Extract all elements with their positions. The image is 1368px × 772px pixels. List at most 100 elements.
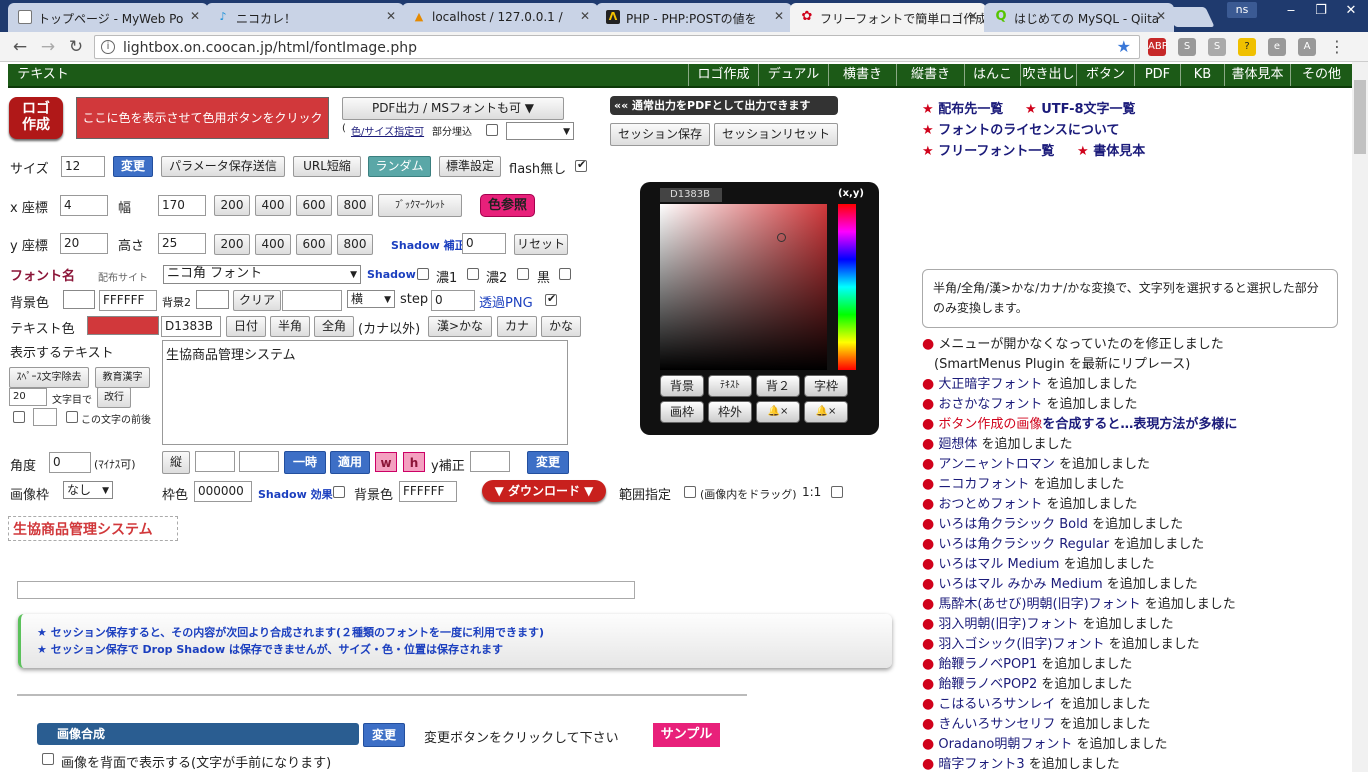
news-name[interactable]: 飴鞭ラノベPOP1: [938, 657, 1037, 672]
bg2-input[interactable]: [282, 290, 342, 311]
char-checkbox[interactable]: [13, 411, 25, 423]
pdf-output-button[interactable]: PDF出力 / MSフォントも可 ▼: [342, 97, 564, 120]
browser-tab[interactable]: Q はじめての MySQL - Qiita ✕: [984, 3, 1174, 32]
width-preset-button[interactable]: 800: [337, 195, 373, 216]
news-name[interactable]: 飴鞭ラノベPOP2: [938, 677, 1037, 692]
link-license[interactable]: ★ フォントのライセンスについて: [922, 119, 1120, 138]
nav-item[interactable]: デュアル: [758, 64, 828, 86]
y-input[interactable]: 20: [60, 233, 108, 254]
news-name[interactable]: おつとめフォント: [938, 497, 1042, 512]
logo-create-button[interactable]: ロゴ 作成: [9, 97, 63, 139]
bg-color-swatch[interactable]: [63, 290, 95, 309]
logo-preview[interactable]: 生協商品管理システム: [8, 516, 178, 541]
width-preset-button[interactable]: 400: [255, 195, 291, 216]
close-icon[interactable]: ✕: [968, 9, 978, 23]
news-name[interactable]: Oradano明朝フォント: [938, 737, 1072, 752]
compose-header[interactable]: 画像合成: [37, 723, 359, 745]
maximize-icon[interactable]: ❐: [1306, 2, 1336, 20]
bookmarklet-button[interactable]: ﾌﾞｯｸﾏｰｸﾚｯﾄ: [378, 194, 462, 217]
news-item[interactable]: ● ボタン作成の画像を合成すると…表現方法が多様に: [922, 413, 1237, 432]
remove-space-button[interactable]: ｽﾍﾟｰｽ文字除去: [9, 367, 89, 388]
news-item[interactable]: ● 馬酔木(あせび)明朝(旧字)フォント を追加しました: [922, 593, 1236, 612]
h-button[interactable]: h: [403, 452, 425, 472]
info-icon[interactable]: i: [101, 40, 115, 54]
browser-tab[interactable]: トップページ - MyWeb Po ✕: [8, 3, 208, 32]
address-bar[interactable]: i lightbox.on.coocan.jp/html/fontImage.p…: [94, 35, 1140, 59]
url-shorten-button[interactable]: URL短縮: [293, 156, 361, 177]
news-item[interactable]: ● 暗字フォント3 を追加しました: [922, 753, 1120, 772]
news-item[interactable]: ● おさかなフォント を追加しました: [922, 393, 1138, 412]
picker-cursor[interactable]: [777, 233, 786, 242]
close-icon[interactable]: ✕: [190, 9, 200, 23]
behind-checkbox[interactable]: [42, 753, 54, 765]
char-index-input[interactable]: 20: [9, 388, 47, 406]
news-item[interactable]: ● 飴鞭ラノベPOP2 を追加しました: [922, 673, 1132, 692]
link-font-list[interactable]: ★ フリーフォント一覧: [922, 140, 1054, 159]
compose-change-button[interactable]: 変更: [363, 723, 405, 747]
news-name[interactable]: 羽入ゴシック(旧字)フォント: [938, 637, 1104, 652]
display-text-area[interactable]: 生協商品管理システム: [162, 340, 568, 445]
download-button[interactable]: ▼ ダウンロード ▼: [482, 480, 606, 502]
border-color-input[interactable]: 000000: [194, 481, 252, 502]
height-preset-button[interactable]: 400: [255, 234, 291, 255]
range-checkbox[interactable]: [684, 486, 696, 498]
news-name[interactable]: 馬酔木(あせび)明朝(旧字)フォント: [938, 597, 1140, 612]
kanji-to-kana-button[interactable]: 漢>かな: [428, 316, 492, 337]
pdf-extension-icon[interactable]: A: [1298, 38, 1316, 56]
adblock-icon[interactable]: ABP: [1148, 38, 1168, 56]
url-output-field[interactable]: [17, 581, 635, 599]
news-name[interactable]: 暗字フォント3: [938, 757, 1024, 772]
nav-item[interactable]: その他: [1290, 64, 1352, 86]
full-width-button[interactable]: 全角: [314, 316, 354, 337]
news-name[interactable]: 羽入明朝(旧字)フォント: [938, 617, 1078, 632]
width-input[interactable]: 170: [158, 195, 206, 216]
news-name[interactable]: きんいろサンセリフ: [938, 717, 1055, 732]
clear-button[interactable]: クリア: [233, 290, 281, 311]
text-color-input[interactable]: D1383B: [161, 316, 221, 337]
help-icon[interactable]: ?: [1238, 38, 1256, 56]
shadow-effect-checkbox[interactable]: [333, 486, 345, 498]
shadow-adjust-input[interactable]: 0: [462, 233, 506, 254]
news-item[interactable]: ● いろは角クラシック Bold を追加しました: [922, 513, 1183, 532]
random-button[interactable]: ランダム: [368, 156, 431, 177]
nav-item[interactable]: ロゴ作成: [688, 64, 758, 86]
link-utf8[interactable]: ★ UTF-8文字一覧: [1025, 98, 1136, 117]
news-name[interactable]: ニコカフォント: [938, 477, 1029, 492]
news-item[interactable]: ● アンニャントロマン を追加しました: [922, 453, 1150, 472]
picker-close-button[interactable]: 🔔×: [756, 401, 800, 423]
extra-input-1[interactable]: [195, 451, 235, 472]
close-icon[interactable]: ✕: [580, 9, 590, 23]
pdf-banner[interactable]: «« 通常出力をPDFとして出力できます: [610, 96, 838, 115]
news-name[interactable]: おさかなフォント: [938, 397, 1042, 412]
size-input[interactable]: 12: [61, 156, 105, 177]
picker-char-frame-button[interactable]: 字枠: [804, 375, 848, 397]
dark2-checkbox[interactable]: [517, 268, 529, 280]
scrollbar-thumb[interactable]: [1354, 80, 1366, 154]
nav-item[interactable]: 書体見本: [1224, 64, 1290, 86]
reset-button[interactable]: リセット: [514, 234, 568, 255]
news-name[interactable]: ボタン作成の画像: [938, 417, 1042, 432]
angle-input[interactable]: 0: [49, 452, 91, 473]
date-button[interactable]: 日付: [226, 316, 266, 337]
close-icon[interactable]: ✕: [774, 9, 784, 23]
font-select[interactable]: ニコ角 フォント: [163, 265, 361, 284]
news-item[interactable]: ● いろはマル Medium を追加しました: [922, 553, 1155, 572]
nav-item[interactable]: 吹き出し: [1020, 64, 1076, 86]
hiragana-button[interactable]: かな: [541, 316, 581, 337]
news-item[interactable]: ● いろは角クラシック Regular を追加しました: [922, 533, 1204, 552]
picker-text-button[interactable]: ﾃｷｽﾄ: [708, 375, 752, 397]
news-item[interactable]: ● 廻想体 を追加しました: [922, 433, 1073, 452]
session-save-button[interactable]: セッション保存: [610, 123, 710, 146]
text-color-swatch[interactable]: [87, 316, 159, 335]
apply-button[interactable]: 適用: [330, 451, 370, 474]
nav-item[interactable]: 横書き: [828, 64, 896, 86]
ratio-checkbox[interactable]: [831, 486, 843, 498]
extension-icon[interactable]: e: [1268, 38, 1286, 56]
picker-close-button[interactable]: 🔔×: [804, 401, 848, 423]
news-item[interactable]: ● ニコカフォント を追加しました: [922, 473, 1125, 492]
char-input[interactable]: [33, 408, 57, 426]
close-icon[interactable]: ✕: [1156, 9, 1166, 23]
extension-icon[interactable]: S: [1178, 38, 1196, 56]
height-preset-button[interactable]: 800: [337, 234, 373, 255]
dark1-checkbox[interactable]: [467, 268, 479, 280]
